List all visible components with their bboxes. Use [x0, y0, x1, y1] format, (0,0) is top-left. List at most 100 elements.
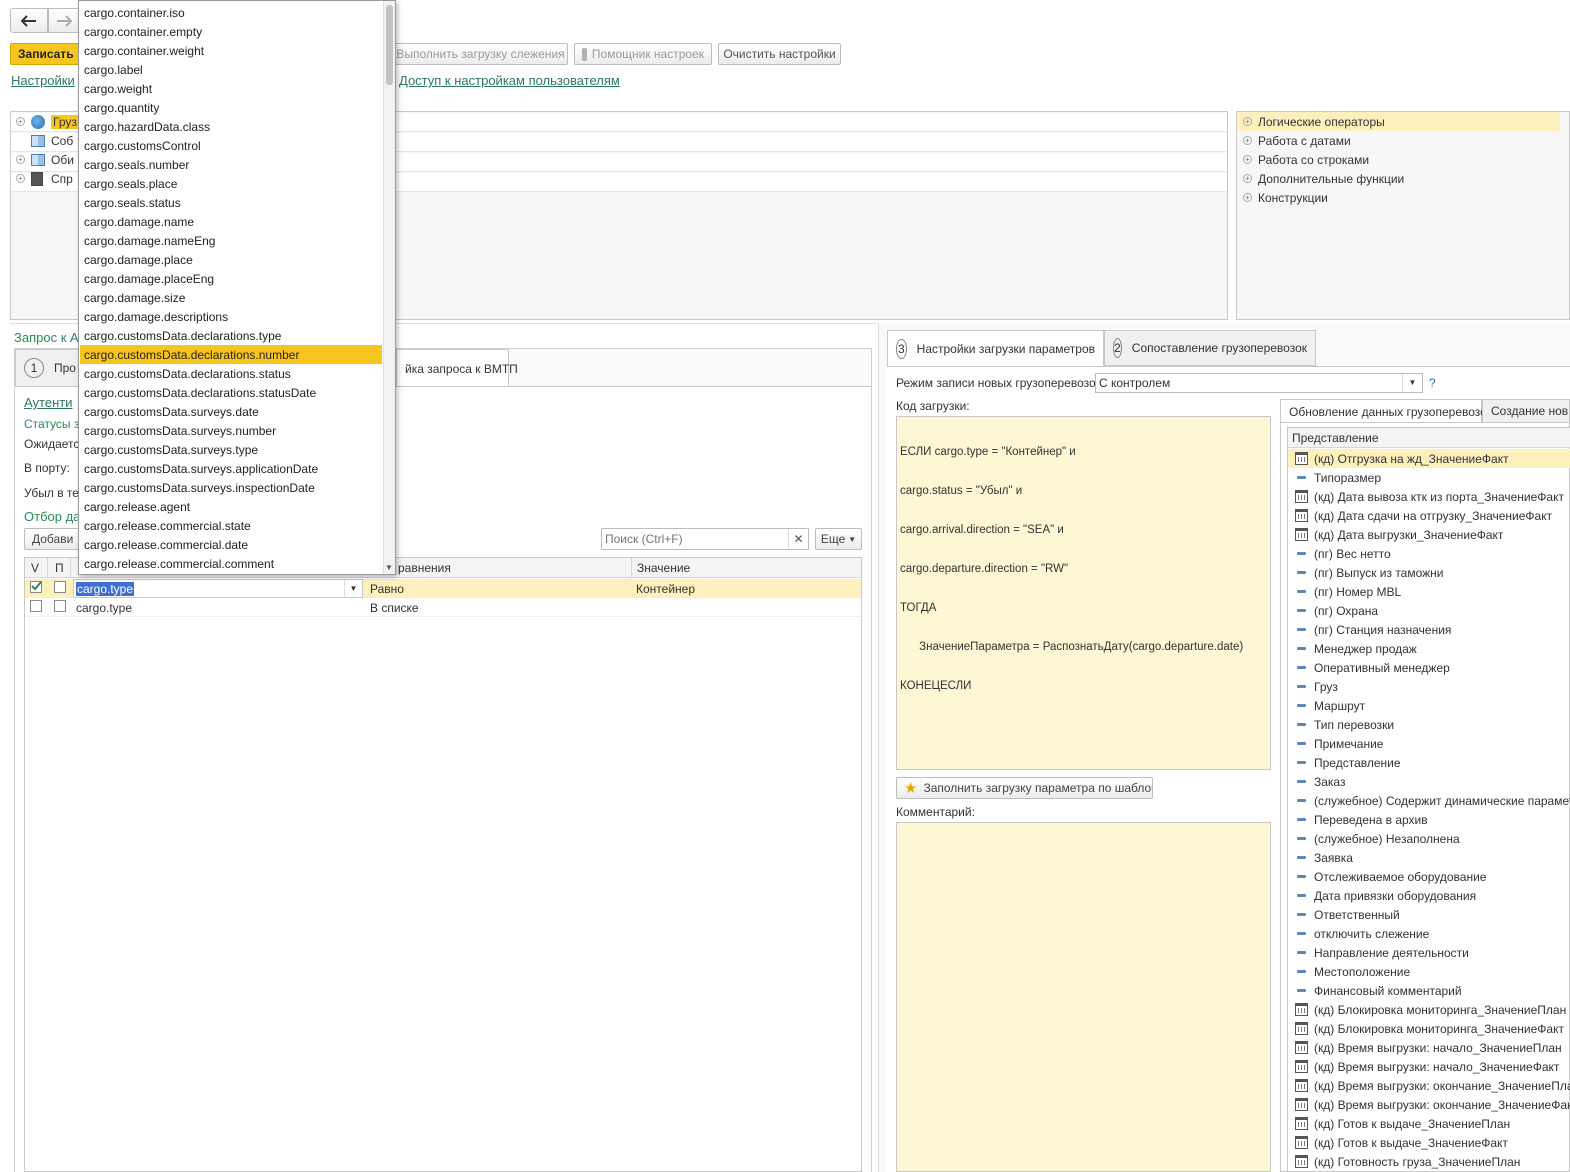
- list-item[interactable]: Груз: [1288, 677, 1570, 696]
- tab-param-settings[interactable]: 3 Настройки загрузки параметров: [887, 330, 1104, 366]
- dropdown-item[interactable]: cargo.seals.status: [80, 193, 382, 212]
- list-item[interactable]: (кд) Готов к выдаче_ЗначениеПлан: [1288, 1114, 1570, 1133]
- row-checkbox-v[interactable]: [30, 600, 42, 612]
- settings-link[interactable]: Настройки: [11, 73, 75, 88]
- dropdown-item[interactable]: cargo.customsData.surveys.applicationDat…: [80, 459, 382, 478]
- dropdown-item[interactable]: cargo.seals.number: [80, 155, 382, 174]
- tab-vmtp-request[interactable]: йка запроса к ВМТП: [396, 349, 518, 387]
- auth-link[interactable]: Аутенти: [24, 395, 72, 410]
- save-button[interactable]: Записать: [10, 43, 82, 65]
- dropdown-item[interactable]: cargo.label: [80, 60, 382, 79]
- forward-button[interactable]: [48, 8, 80, 33]
- dropdown-item[interactable]: cargo.damage.place: [80, 250, 382, 269]
- chevron-down-icon[interactable]: ▼: [1402, 374, 1422, 392]
- operator-extra[interactable]: + Дополнительные функции: [1243, 169, 1404, 188]
- list-item[interactable]: Местоположение: [1288, 962, 1570, 981]
- list-item[interactable]: (кд) Дата вывоза ктк из порта_ЗначениеФа…: [1288, 487, 1570, 506]
- expand-icon[interactable]: +: [16, 117, 25, 126]
- list-item[interactable]: (кд) Время выгрузки: начало_ЗначениеФакт: [1288, 1057, 1570, 1076]
- clear-settings-button[interactable]: Очистить настройки: [718, 43, 841, 65]
- operator-dates[interactable]: + Работа с датами: [1243, 131, 1351, 150]
- dropdown-item[interactable]: cargo.customsData.surveys.type: [80, 440, 382, 459]
- list-item[interactable]: Оперативный менеджер: [1288, 658, 1570, 677]
- expand-icon[interactable]: +: [1243, 155, 1252, 164]
- user-access-link[interactable]: Доступ к настройкам пользователям: [399, 73, 620, 88]
- dropdown-item[interactable]: cargo.release.agent: [80, 497, 382, 516]
- list-item[interactable]: (пг) Охрана: [1288, 601, 1570, 620]
- dropdown-item[interactable]: cargo.customsData.surveys.number: [80, 421, 382, 440]
- field-dropdown-list[interactable]: ▼ cargo.container.iso cargo.container.emp…: [78, 0, 396, 575]
- list-item[interactable]: (кд) Отгрузка на жд_ЗначениеФакт: [1288, 449, 1570, 468]
- dropdown-item[interactable]: cargo.customsControl: [80, 136, 382, 155]
- fill-template-button[interactable]: ★ Заполнить загрузку параметра по шаблон…: [896, 777, 1153, 799]
- list-item[interactable]: Отслеживаемое оборудование: [1288, 867, 1570, 886]
- tab-cargo-mapping[interactable]: 2 Сопоставление грузоперевозок: [1104, 330, 1316, 366]
- chevron-down-icon[interactable]: ▼: [344, 580, 362, 597]
- row-checkbox-v[interactable]: [30, 581, 42, 593]
- dropdown-item[interactable]: cargo.customsData.surveys.inspectionDate: [80, 478, 382, 497]
- dropdown-item[interactable]: cargo.container.weight: [80, 41, 382, 60]
- dropdown-item[interactable]: cargo.container.iso: [80, 3, 382, 22]
- run-tracking-button[interactable]: Выполнить загрузку слежения: [393, 43, 568, 65]
- tree-item-events[interactable]: Соб: [31, 131, 73, 150]
- tab-create-cargo[interactable]: Создание нов: [1482, 399, 1570, 423]
- clear-icon[interactable]: ✕: [788, 529, 808, 549]
- expand-icon[interactable]: +: [1243, 117, 1252, 126]
- dropdown-item[interactable]: cargo.customsData.declarations.statusDat…: [80, 383, 382, 402]
- list-item[interactable]: (кд) Время выгрузки: окончание_ЗначениеФ…: [1288, 1095, 1570, 1114]
- list-item[interactable]: Ответственный: [1288, 905, 1570, 924]
- list-item[interactable]: Заказ: [1288, 772, 1570, 791]
- help-icon[interactable]: ?: [1429, 376, 1436, 390]
- list-item[interactable]: Представление: [1288, 753, 1570, 772]
- list-item[interactable]: (пг) Станция назначения: [1288, 620, 1570, 639]
- list-item[interactable]: (кд) Время выгрузки: начало_ЗначениеПлан: [1288, 1038, 1570, 1057]
- more-button[interactable]: Еще ▼: [815, 528, 862, 550]
- comment-field[interactable]: [896, 822, 1271, 1172]
- dropdown-item[interactable]: cargo.release.commercial.date: [80, 535, 382, 554]
- list-item[interactable]: (служебное) Содержит динамические параме…: [1288, 791, 1570, 810]
- comparison-cell[interactable]: В списке: [370, 601, 419, 615]
- scroll-down-icon[interactable]: ▼: [385, 563, 393, 572]
- operator-logical[interactable]: + Логические операторы: [1237, 112, 1560, 131]
- dropdown-item[interactable]: cargo.customsData.declarations.number: [80, 345, 382, 364]
- value-cell[interactable]: Контейнер: [636, 582, 695, 596]
- list-item[interactable]: Финансовый комментарий: [1288, 981, 1570, 1000]
- operator-strings[interactable]: + Работа со строками: [1243, 150, 1369, 169]
- search-input[interactable]: [602, 529, 786, 549]
- tab-update-cargo[interactable]: Обновление данных грузоперевозок: [1280, 399, 1492, 423]
- dropdown-item[interactable]: cargo.damage.name: [80, 212, 382, 231]
- back-button[interactable]: [10, 8, 48, 33]
- dropdown-item[interactable]: cargo.customsData.declarations.status: [80, 364, 382, 383]
- operator-constructs[interactable]: + Конструкции: [1243, 188, 1328, 207]
- list-item[interactable]: Примечание: [1288, 734, 1570, 753]
- list-item[interactable]: Переведена в архив: [1288, 810, 1570, 829]
- list-item[interactable]: (кд) Время выгрузки: окончание_ЗначениеП…: [1288, 1076, 1570, 1095]
- dropdown-item[interactable]: cargo.customsData.declarations.type: [80, 326, 382, 345]
- list-item[interactable]: (пг) Вес нетто: [1288, 544, 1570, 563]
- add-button[interactable]: Добави: [24, 528, 84, 550]
- expand-icon[interactable]: +: [16, 155, 25, 164]
- dropdown-item[interactable]: cargo.release.commercial.comment: [80, 554, 382, 573]
- dropdown-item[interactable]: cargo.weight: [80, 79, 382, 98]
- tree-item-common[interactable]: + Оби: [16, 150, 74, 169]
- tree-item-cargo[interactable]: + Груз: [16, 112, 79, 131]
- dropdown-item[interactable]: cargo.container.empty: [80, 22, 382, 41]
- mode-select[interactable]: С контролем ▼: [1095, 373, 1423, 393]
- list-item[interactable]: Типоразмер: [1288, 468, 1570, 487]
- list-item[interactable]: (пг) Выпуск из таможни: [1288, 563, 1570, 582]
- field-cell-editor[interactable]: cargo.type ▼: [73, 579, 363, 598]
- dropdown-item[interactable]: cargo.damage.nameEng: [80, 231, 382, 250]
- list-item[interactable]: Маршрут: [1288, 696, 1570, 715]
- list-item[interactable]: Менеджер продаж: [1288, 639, 1570, 658]
- expand-icon[interactable]: +: [1243, 174, 1252, 183]
- field-cell[interactable]: cargo.type: [76, 601, 132, 615]
- list-item[interactable]: (кд) Блокировка мониторинга_ЗначениеФакт: [1288, 1019, 1570, 1038]
- dropdown-item[interactable]: cargo.seals.place: [80, 174, 382, 193]
- dropdown-item[interactable]: cargo.damage.placeEng: [80, 269, 382, 288]
- list-item[interactable]: Дата привязки оборудования: [1288, 886, 1570, 905]
- dropdown-item[interactable]: cargo.quantity: [80, 98, 382, 117]
- dropdown-item[interactable]: cargo.damage.size: [80, 288, 382, 307]
- expand-icon[interactable]: +: [1243, 136, 1252, 145]
- list-item[interactable]: (кд) Готовность груза_ЗначениеПлан: [1288, 1152, 1570, 1171]
- list-item[interactable]: (пг) Номер MBL: [1288, 582, 1570, 601]
